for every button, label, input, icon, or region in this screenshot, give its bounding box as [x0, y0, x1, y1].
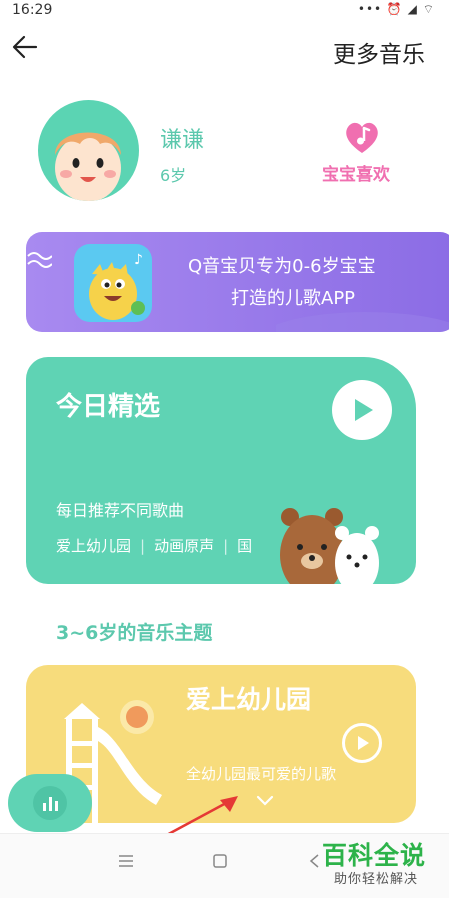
wave-icon — [27, 252, 52, 268]
child-age: 6岁 — [160, 166, 187, 185]
heart-music-icon[interactable] — [342, 117, 382, 157]
daily-play-button[interactable] — [332, 380, 392, 440]
status-icons: ••• ⏰ ◢ ⌔ — [357, 2, 435, 16]
watermark-logo: 百科全说 — [322, 841, 427, 870]
section-title: 3~6岁的音乐主题 — [56, 622, 213, 644]
tag-separator: | — [223, 537, 229, 555]
dinosaur-icon: ♪ — [89, 252, 145, 320]
tag-animation[interactable]: 动画原声 — [154, 537, 214, 555]
svg-text:♪: ♪ — [134, 252, 143, 268]
back-nav-icon[interactable] — [308, 853, 320, 869]
status-bar: 16:29 ••• ⏰ ◢ ⌔ — [0, 0, 449, 22]
now-playing-button[interactable] — [8, 774, 92, 832]
baby-likes-label[interactable]: 宝宝喜欢 — [322, 160, 390, 185]
app-promo-banner[interactable]: ♪ Q音宝贝专为0-6岁宝宝 打造的儿歌APP — [26, 232, 449, 332]
banner-text-line2: 打造的儿歌APP — [231, 288, 356, 309]
child-name: 谦谦 — [160, 128, 205, 153]
tag-separator: | — [140, 537, 146, 555]
play-icon — [355, 399, 373, 421]
home-icon[interactable] — [212, 853, 228, 869]
avatar[interactable] — [38, 100, 139, 201]
menu-icon[interactable] — [118, 854, 134, 868]
theme-play-button[interactable] — [342, 723, 382, 763]
qyin-app-icon: ♪ — [74, 244, 152, 322]
theme-card-title: 爱上幼儿园 — [186, 685, 312, 714]
equalizer-icon — [33, 786, 67, 820]
child-face-icon — [55, 132, 121, 201]
back-arrow-icon[interactable] — [12, 34, 38, 60]
daily-pick-tags: 爱上幼儿园 | 动画原声 | 国 — [56, 535, 252, 556]
bears-illustration — [280, 508, 379, 584]
daily-pick-subtitle: 每日推荐不同歌曲 — [56, 501, 185, 520]
watermark-tagline: 助你轻松解决 — [334, 872, 419, 887]
chevron-down-icon[interactable] — [256, 795, 274, 807]
play-icon — [358, 736, 369, 750]
tag-kindergarten[interactable]: 爱上幼儿园 — [56, 537, 131, 555]
page-title: 更多音乐 — [333, 42, 425, 68]
daily-pick-title: 今日精选 — [56, 392, 161, 422]
banner-text-line1: Q音宝贝专为0-6岁宝宝 — [188, 256, 376, 277]
tag-other[interactable]: 国 — [237, 537, 252, 555]
status-time: 16:29 — [12, 2, 53, 18]
theme-card-subtitle: 全幼儿园最可爱的儿歌 — [186, 765, 337, 783]
